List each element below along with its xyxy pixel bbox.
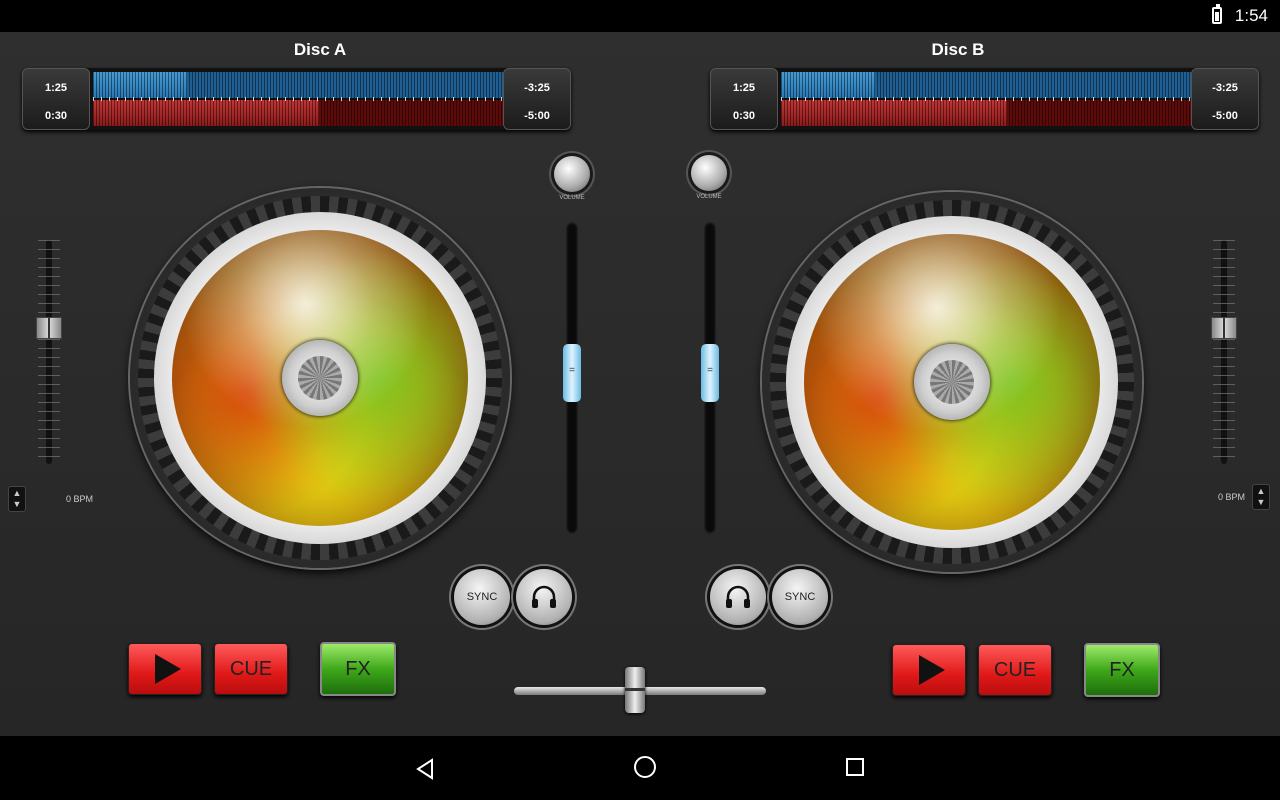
deck-b-remaining-display: -3:25 -5:00 [1191,68,1259,130]
headphones-icon [532,585,556,608]
status-bar: 1:54 [0,0,1280,32]
deck-b-volume-knob[interactable] [691,155,727,191]
deck-a-channel-fader-thumb[interactable] [563,344,581,402]
deck-a-volume-label: VOLUME [559,195,585,201]
battery-icon [1212,4,1222,24]
headphones-icon [726,585,750,608]
deck-a-spindle [282,340,358,416]
deck-b-spindle [914,344,990,420]
play-icon [919,655,945,685]
deck-b-bottom-wave [781,100,1191,126]
deck-a-bottom-wave [93,100,503,126]
navigation-bar [0,736,1280,800]
deck-b-channel-fader-thumb[interactable] [701,344,719,402]
deck-a-elapsed-top: 1:25 [44,82,68,94]
home-icon[interactable] [634,756,656,778]
deck-b-waveform-panel: 1:25 0:30 -3:25 -5:00 [710,68,1259,130]
crossfader-thumb[interactable] [625,667,645,713]
deck-b-pitch-slider[interactable] [1211,240,1237,464]
deck-b-headphone-button[interactable] [710,569,766,625]
deck-b-pitch-thumb[interactable] [1211,317,1237,339]
deck-b-elapsed-top: 1:25 [732,82,756,94]
deck-b-fx-button[interactable]: FX [1084,643,1160,697]
deck-b-channel-fader[interactable] [701,222,719,534]
deck-b-remaining-top: -3:25 [1212,82,1238,94]
deck-a-turntable[interactable] [130,188,510,568]
crossfader[interactable] [514,667,766,713]
play-icon [155,654,181,684]
deck-b-play-button[interactable] [892,644,966,696]
deck-b-waveform[interactable] [781,72,1191,126]
deck-a-remaining-bottom: -5:00 [524,110,550,122]
deck-a-bpm-label: 0 BPM [66,494,94,504]
deck-b-volume-label: VOLUME [696,194,722,200]
deck-a-bpm-stepper[interactable]: ▲ ▼ [8,486,26,512]
deck-b-sync-button[interactable]: SYNC [772,569,828,625]
deck-a-cue-button[interactable]: CUE [214,643,288,695]
deck-b-top-wave [781,72,1191,98]
deck-a-title: Disc A [293,40,347,59]
deck-a-fx-button[interactable]: FX [320,642,396,696]
deck-b-elapsed-display: 1:25 0:30 [710,68,778,130]
back-icon[interactable] [414,758,436,780]
deck-a-sync-button[interactable]: SYNC [454,569,510,625]
deck-b-bpm-label: 0 BPM [1218,492,1246,502]
deck-a-waveform[interactable] [93,72,503,126]
recents-icon[interactable] [846,758,864,776]
deck-a-pitch-slider[interactable] [36,240,62,464]
deck-a-elapsed-bottom: 0:30 [44,110,68,122]
deck-a-headphone-button[interactable] [516,569,572,625]
deck-a-pitch-thumb[interactable] [36,317,62,339]
deck-a-volume-knob[interactable] [554,156,590,192]
deck-a-waveform-panel: 1:25 0:30 -3:25 -5:00 [22,68,571,130]
deck-a-top-wave [93,72,503,98]
status-time: 1:54 [1234,6,1268,25]
deck-b-cue-button[interactable]: CUE [978,644,1052,696]
deck-b-title: Disc B [931,40,985,59]
deck-a-elapsed-display: 1:25 0:30 [22,68,90,130]
deck-b-turntable[interactable] [762,192,1142,572]
deck-a-play-button[interactable] [128,643,202,695]
deck-b-bpm-stepper[interactable]: ▲ ▼ [1252,484,1270,510]
deck-a-channel-fader[interactable] [563,222,581,534]
deck-b-remaining-bottom: -5:00 [1212,110,1238,122]
deck-a-remaining-top: -3:25 [524,82,550,94]
deck-b-elapsed-bottom: 0:30 [732,110,756,122]
deck-a-remaining-display: -3:25 -5:00 [503,68,571,130]
dj-mixer: Disc A 1:25 0:30 -3:25 -5:00 ▲ ▼ 0 BPM VO… [0,32,1280,736]
